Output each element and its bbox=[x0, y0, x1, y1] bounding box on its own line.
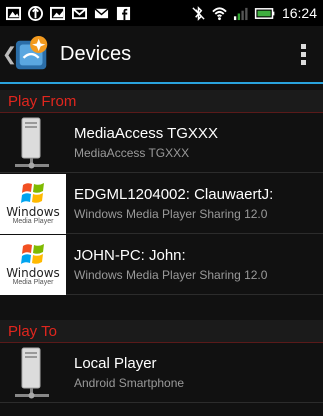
back-chevron-icon[interactable]: ❮ bbox=[2, 44, 17, 65]
server-icon bbox=[0, 113, 66, 173]
battery-icon bbox=[254, 7, 275, 19]
image-icon bbox=[50, 6, 65, 20]
device-row-mediaaccess[interactable]: MediaAccess TGXXX MediaAccess TGXXX bbox=[0, 113, 323, 173]
device-subtitle: Windows Media Player Sharing 12.0 bbox=[74, 207, 268, 221]
device-name: Local Player bbox=[74, 355, 157, 372]
status-bar: 16:24 bbox=[0, 0, 323, 26]
windows-media-player-icon: Windows Media Player bbox=[0, 173, 66, 234]
section-header-play-from: Play From bbox=[0, 90, 323, 114]
device-name: MediaAccess TGXXX bbox=[74, 125, 218, 142]
device-name: EDGML1204002: ClauwaertJ: bbox=[74, 186, 274, 203]
overflow-menu-icon[interactable] bbox=[301, 43, 307, 65]
wmp-logo-sub: Media Player bbox=[12, 217, 54, 225]
status-time: 16:24 bbox=[281, 5, 317, 21]
device-subtitle: Android Smartphone bbox=[74, 376, 185, 390]
wmp-logo-sub: Media Player bbox=[12, 278, 54, 286]
windows-media-player-icon: Windows Media Player bbox=[0, 234, 66, 295]
device-name: JOHN-PC: John: bbox=[74, 247, 186, 264]
device-row-edgml[interactable]: Windows Media Player EDGML1204002: Clauw… bbox=[0, 173, 323, 234]
gmail-icon bbox=[72, 7, 87, 19]
usb-icon bbox=[28, 5, 43, 21]
server-icon bbox=[0, 343, 66, 403]
device-row-john-pc[interactable]: Windows Media Player JOHN-PC: John: Wind… bbox=[0, 234, 323, 295]
action-bar: ❮ Devices bbox=[0, 26, 323, 84]
gallery-icon bbox=[6, 6, 21, 20]
device-row-local-player[interactable]: Local Player Android Smartphone bbox=[0, 343, 323, 403]
section-header-play-to: Play To bbox=[0, 320, 323, 344]
section-spacer bbox=[0, 296, 323, 320]
app-logo-icon[interactable] bbox=[14, 35, 52, 73]
mail-icon bbox=[94, 7, 109, 18]
device-subtitle: MediaAccess TGXXX bbox=[74, 146, 190, 160]
device-subtitle: Windows Media Player Sharing 12.0 bbox=[74, 268, 268, 282]
wifi-icon bbox=[212, 6, 227, 20]
signal-icon bbox=[233, 7, 248, 20]
wmp-logo-word: Windows bbox=[6, 265, 60, 280]
bluetooth-off-icon bbox=[192, 5, 205, 21]
facebook-icon bbox=[116, 6, 131, 20]
page-title: Devices bbox=[60, 42, 132, 65]
wmp-logo-word: Windows bbox=[6, 204, 60, 219]
